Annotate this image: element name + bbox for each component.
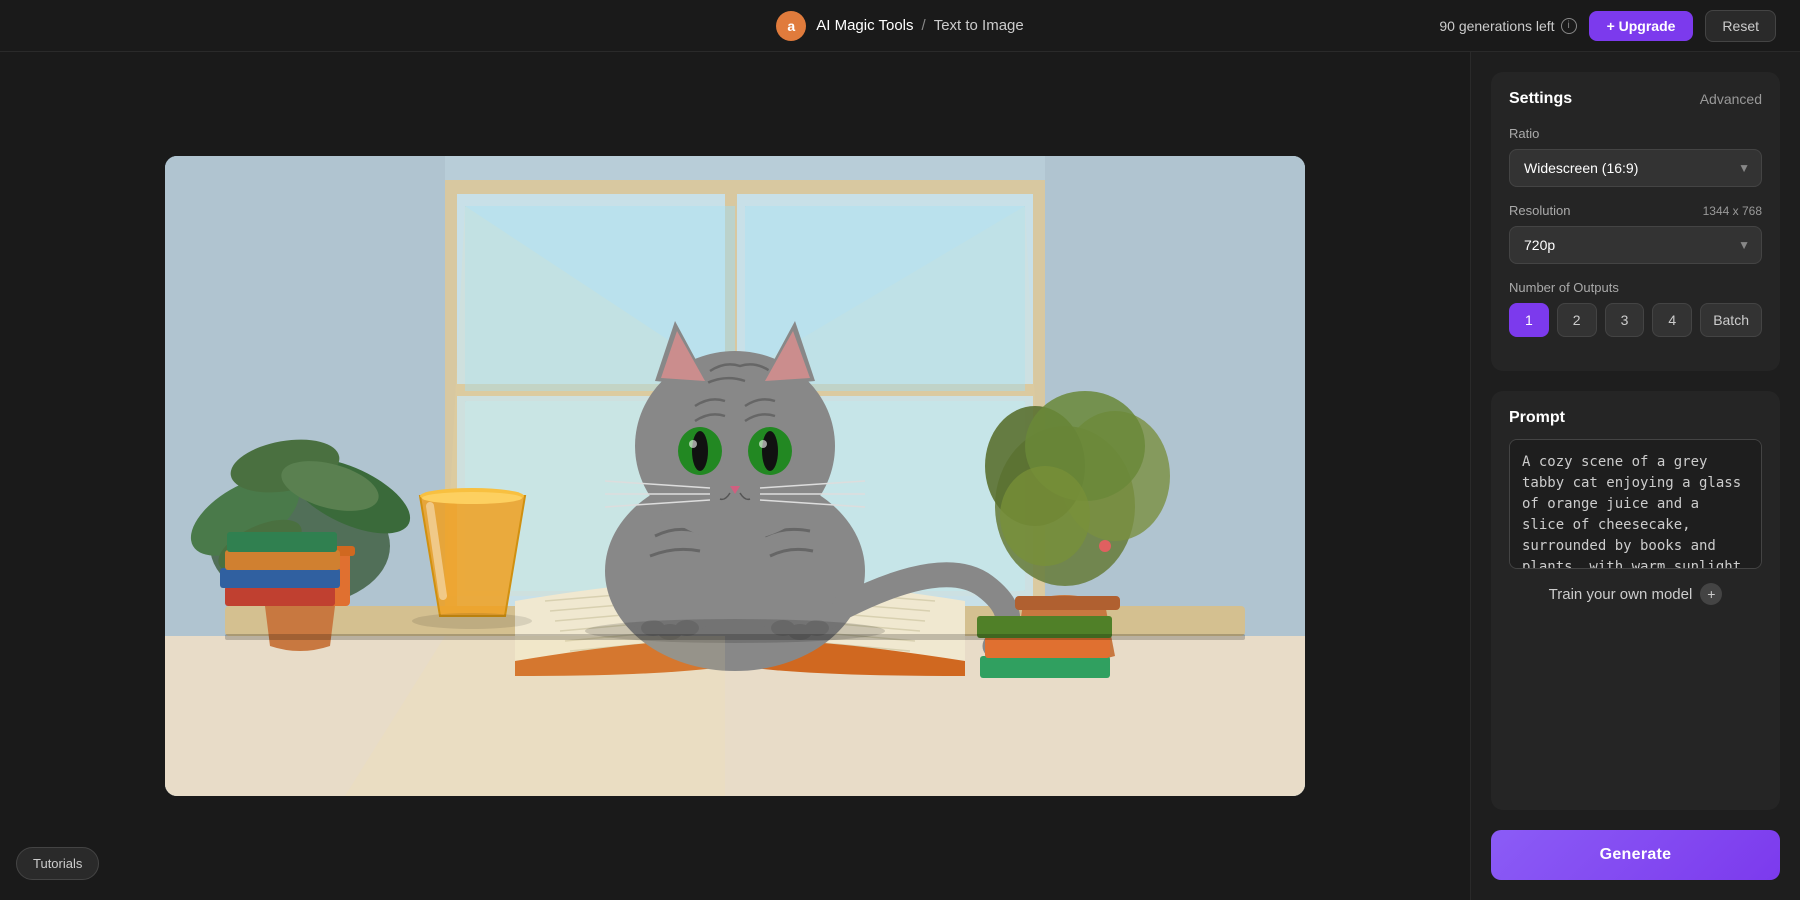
outputs-label: Number of Outputs [1509, 280, 1762, 295]
generations-left-text: 90 generations left [1439, 18, 1554, 34]
header-center: a AI Magic Tools / Text to Image [608, 11, 1192, 41]
resolution-value: 1344 x 768 [1703, 204, 1762, 218]
header-right: 90 generations left i + Upgrade Reset [1192, 10, 1776, 42]
avatar: a [776, 11, 806, 41]
resolution-label: Resolution [1509, 203, 1570, 218]
resolution-label-row: Resolution 1344 x 768 [1509, 203, 1762, 226]
prompt-title: Prompt [1509, 409, 1762, 427]
ratio-field: Ratio Widescreen (16:9) Square (1:1) Por… [1509, 126, 1762, 187]
output-btn-4[interactable]: 4 [1652, 303, 1692, 337]
resolution-dropdown[interactable]: 720p 1080p 4K [1509, 226, 1762, 264]
train-model-label: Train your own model [1549, 586, 1693, 603]
breadcrumb-home[interactable]: AI Magic Tools [816, 17, 913, 34]
breadcrumb-separator: / [922, 17, 926, 34]
output-btn-3[interactable]: 3 [1605, 303, 1645, 337]
ratio-dropdown[interactable]: Widescreen (16:9) Square (1:1) Portrait … [1509, 149, 1762, 187]
ratio-label: Ratio [1509, 126, 1762, 141]
settings-panel: Settings Advanced Ratio Widescreen (16:9… [1491, 72, 1780, 371]
info-icon[interactable]: i [1561, 18, 1577, 34]
outputs-row: 1 2 3 4 Batch [1509, 303, 1762, 337]
prompt-panel: Prompt A cozy scene of a grey tabby cat … [1491, 391, 1780, 810]
header: a AI Magic Tools / Text to Image 90 gene… [0, 0, 1800, 52]
output-btn-2[interactable]: 2 [1557, 303, 1597, 337]
sidebar: Settings Advanced Ratio Widescreen (16:9… [1470, 52, 1800, 900]
outputs-field: Number of Outputs 1 2 3 4 Batch [1509, 280, 1762, 337]
train-model-plus-icon: + [1700, 583, 1722, 605]
settings-header: Settings Advanced [1509, 90, 1762, 108]
generate-button[interactable]: Generate [1491, 830, 1780, 880]
image-container [165, 156, 1305, 796]
ratio-dropdown-wrapper: Widescreen (16:9) Square (1:1) Portrait … [1509, 149, 1762, 187]
output-btn-batch[interactable]: Batch [1700, 303, 1762, 337]
breadcrumb: AI Magic Tools / Text to Image [816, 17, 1023, 34]
settings-title: Settings [1509, 90, 1572, 108]
image-area [0, 52, 1470, 900]
scene-illustration [165, 156, 1305, 796]
upgrade-button[interactable]: + Upgrade [1589, 11, 1694, 41]
main-content: Settings Advanced Ratio Widescreen (16:9… [0, 52, 1800, 900]
resolution-field: Resolution 1344 x 768 720p 1080p 4K ▼ [1509, 203, 1762, 264]
tutorials-button[interactable]: Tutorials [16, 847, 99, 880]
breadcrumb-current: Text to Image [934, 17, 1024, 34]
advanced-link[interactable]: Advanced [1700, 91, 1762, 107]
reset-button[interactable]: Reset [1705, 10, 1776, 42]
output-btn-1[interactable]: 1 [1509, 303, 1549, 337]
generations-left-container: 90 generations left i [1439, 18, 1576, 34]
train-model-row[interactable]: Train your own model + [1509, 569, 1762, 607]
generated-image [165, 156, 1305, 796]
resolution-dropdown-wrapper: 720p 1080p 4K ▼ [1509, 226, 1762, 264]
prompt-textarea[interactable]: A cozy scene of a grey tabby cat enjoyin… [1509, 439, 1762, 569]
